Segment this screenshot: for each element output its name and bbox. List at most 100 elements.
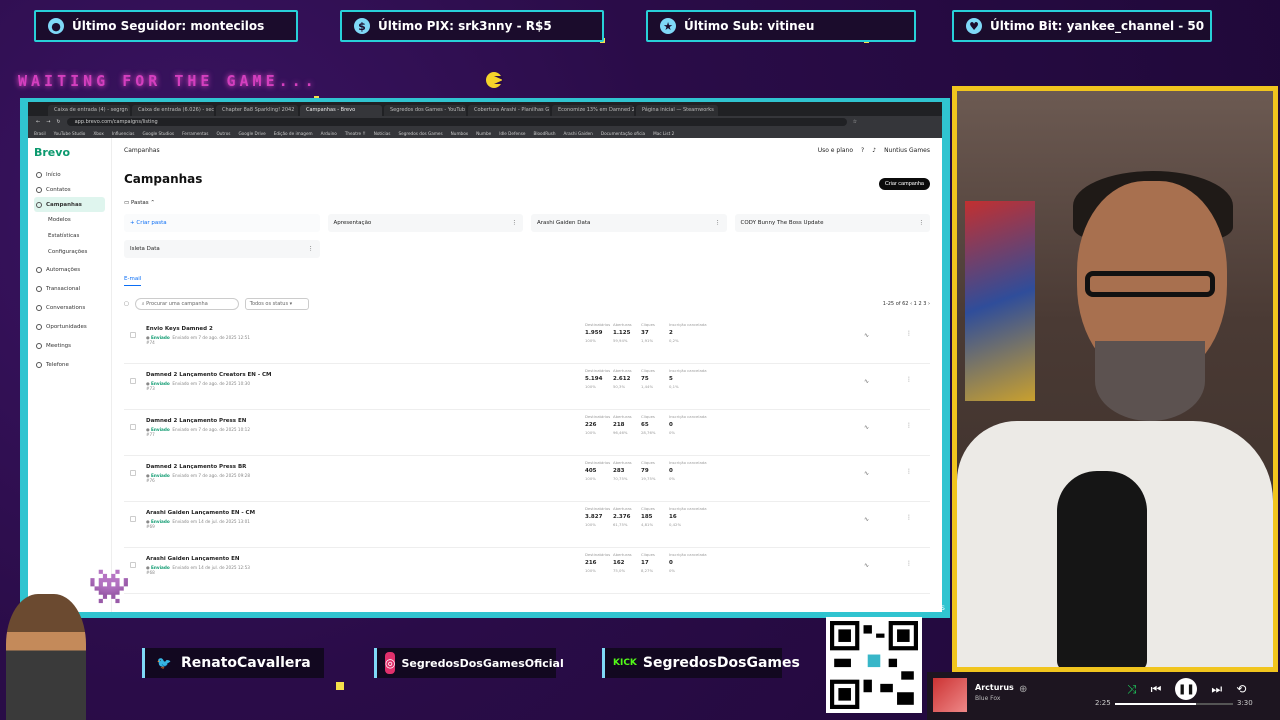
bookmark[interactable]: Google Drive xyxy=(238,131,265,136)
folder-item[interactable]: Isleta Data ⋮ xyxy=(124,240,320,258)
row-checkbox[interactable] xyxy=(130,424,136,430)
next-icon[interactable]: ⏭ xyxy=(1211,682,1222,697)
more-icon[interactable]: ⋮ xyxy=(906,560,912,567)
sidebar-item-telefone[interactable]: Telefone xyxy=(34,355,105,374)
activity-icon[interactable]: ∿ xyxy=(864,378,869,385)
activity-icon[interactable]: ∿ xyxy=(864,516,869,523)
bookmark[interactable]: Numbox xyxy=(451,131,468,136)
campaign-name[interactable]: Damned 2 Lançamento Press BR xyxy=(146,464,246,470)
tab-email[interactable]: E-mail xyxy=(124,276,142,286)
pagination[interactable]: 1-25 of 62 ‹ 1 2 3 › xyxy=(883,301,930,307)
status-select[interactable]: Todos os status ▾ xyxy=(244,298,309,310)
browser-tab[interactable]: Segredos dos Games - YouTub xyxy=(384,105,466,116)
instagram-link[interactable]: ◎ SegredosDosGamesOficial xyxy=(374,648,564,678)
more-icon[interactable]: ⋮ xyxy=(906,376,912,383)
more-icon[interactable]: ⋮ xyxy=(715,220,721,226)
bookmark[interactable]: Notícias xyxy=(374,131,391,136)
sidebar-subitem-configuracoes[interactable]: Configurações xyxy=(34,244,105,260)
bookmark[interactable]: Mac List 2 xyxy=(653,131,674,136)
bookmark[interactable]: Outros xyxy=(216,131,230,136)
sidebar-item-conversations[interactable]: Conversations xyxy=(34,298,105,317)
more-icon[interactable]: ⋮ xyxy=(906,330,912,337)
campaign-row[interactable]: Arashi Gaiden Lançamento EN - CM ● Enviad… xyxy=(124,502,930,548)
bookmark[interactable]: Numbe xyxy=(476,131,491,136)
browser-tab-active[interactable]: Campanhas - Brevo xyxy=(300,105,382,116)
bell-icon[interactable]: ♪ xyxy=(872,147,876,154)
forward-icon[interactable]: → xyxy=(46,119,50,125)
campaign-name[interactable]: Arashi Gaiden Lançamento EN xyxy=(146,556,239,562)
bookmark[interactable]: YouTube Studio xyxy=(54,131,86,136)
bookmark[interactable]: Arashi Gaiden xyxy=(563,131,592,136)
browser-tab[interactable]: Caixa de entrada (4) - segrgn xyxy=(48,105,130,116)
bookmark[interactable]: Arduino xyxy=(321,131,337,136)
row-checkbox[interactable] xyxy=(130,516,136,522)
campaign-name[interactable]: Arashi Gaiden Lançamento EN - CM xyxy=(146,510,255,516)
help-icon[interactable]: ? xyxy=(861,147,864,154)
bookmark[interactable]: Influencias xyxy=(112,131,135,136)
back-icon[interactable]: ← xyxy=(36,119,40,125)
browser-tab[interactable]: Chapter 8a8 Sparkling! 2042 xyxy=(216,105,298,116)
bookmark[interactable]: Xbox xyxy=(93,131,103,136)
address-bar[interactable]: app.brevo.com/campaigns/listing xyxy=(66,118,847,126)
sidebar-item-oportunidades[interactable]: Oportunidades xyxy=(34,317,105,336)
more-icon[interactable]: ⋮ xyxy=(906,514,912,521)
sidebar-subitem-modelos[interactable]: Modelos xyxy=(34,212,105,228)
qr-code[interactable] xyxy=(826,617,922,713)
more-icon[interactable]: ⋮ xyxy=(906,468,912,475)
playback-progress[interactable] xyxy=(1115,703,1233,705)
bookmark[interactable]: Theatre !! xyxy=(345,131,366,136)
bookmark[interactable]: BloodRush xyxy=(533,131,555,136)
usage-plan-link[interactable]: Uso e plano xyxy=(818,147,853,154)
pause-button[interactable]: ❚❚ xyxy=(1175,678,1198,700)
account-menu[interactable]: Nuntius Games xyxy=(884,147,930,154)
campaign-name[interactable]: Damned 2 Lançamento Press EN xyxy=(146,418,246,424)
shuffle-icon[interactable]: ⤨ xyxy=(1127,682,1137,697)
sidebar-item-transacional[interactable]: Transacional xyxy=(34,279,105,298)
browser-tab[interactable]: Economize 13% em Damned 2 xyxy=(552,105,634,116)
twitter-link[interactable]: 🐦 RenatoCavallera xyxy=(142,648,324,678)
add-icon[interactable]: ⊕ xyxy=(1019,684,1027,695)
create-folder-button[interactable]: + Criar pasta xyxy=(124,214,320,232)
sidebar-item-automacoes[interactable]: Automações xyxy=(34,260,105,279)
folder-item[interactable]: Apresentação ⋮ xyxy=(327,214,523,232)
sidebar-item-campanhas[interactable]: Campanhas xyxy=(34,197,105,212)
campaign-row[interactable]: Damned 2 Lançamento Press BR ● Enviado En… xyxy=(124,456,930,502)
sidebar-item-inicio[interactable]: Início xyxy=(34,167,105,182)
row-checkbox[interactable] xyxy=(130,470,136,476)
activity-icon[interactable]: ∿ xyxy=(864,424,869,431)
bookmark[interactable]: Segredos dos Games xyxy=(398,131,442,136)
sidebar-subitem-estatisticas[interactable]: Estatísticas xyxy=(34,228,105,244)
more-icon[interactable]: ⋮ xyxy=(919,220,925,226)
browser-tab[interactable]: Cobertura Arashi - Planilhas G xyxy=(468,105,550,116)
bookmark[interactable]: Edição de imagem xyxy=(274,131,313,136)
campaign-row[interactable]: Damned 2 Lançamento Press EN ● Enviado En… xyxy=(124,410,930,456)
brevo-logo[interactable]: Brevo xyxy=(34,146,105,159)
create-campaign-button[interactable]: Criar campanha xyxy=(878,178,930,190)
row-checkbox[interactable] xyxy=(130,332,136,338)
reload-icon[interactable]: ↻ xyxy=(56,119,60,125)
more-icon[interactable]: ⋮ xyxy=(906,422,912,429)
sidebar-item-contatos[interactable]: Contatos xyxy=(34,182,105,197)
previous-icon[interactable]: ⏮ xyxy=(1151,682,1162,697)
more-icon[interactable]: ⋮ xyxy=(308,246,314,252)
select-all-checkbox[interactable]: ▢ xyxy=(124,301,129,307)
bookmark[interactable]: Documentação oficia xyxy=(601,131,645,136)
folder-item[interactable]: CODY Bunny The Boss Update ⋮ xyxy=(734,214,930,232)
bookmark[interactable]: Brasil xyxy=(34,131,46,136)
activity-icon[interactable]: ∿ xyxy=(864,470,869,477)
sidebar-item-meetings[interactable]: Meetings xyxy=(34,336,105,355)
folder-item[interactable]: Arashi Gaiden Data ⋮ xyxy=(531,214,727,232)
campaign-name[interactable]: Damned 2 Lançamento Creators EN - CM xyxy=(146,372,272,378)
campaign-name[interactable]: Envio Keys Damned 2 xyxy=(146,326,213,332)
repeat-icon[interactable]: ⟲ xyxy=(1236,682,1246,696)
bookmark[interactable]: Ferramentas xyxy=(182,131,208,136)
bookmark[interactable]: Google Studios xyxy=(142,131,174,136)
browser-tab[interactable]: Página inicial — Steamworks xyxy=(636,105,718,116)
campaign-row[interactable]: Envio Keys Damned 2 ● Enviado Enviado em … xyxy=(124,318,930,364)
search-input[interactable]: ⌕ Procurar uma campanha xyxy=(134,298,239,310)
activity-icon[interactable]: ∿ xyxy=(864,332,869,339)
browser-tab[interactable]: Caixa de entrada (6.026) - sec xyxy=(132,105,214,116)
bookmark[interactable]: Idle Defense xyxy=(499,131,525,136)
campaign-row[interactable]: Arashi Gaiden Lançamento EN ● Enviado Env… xyxy=(124,548,930,594)
row-checkbox[interactable] xyxy=(130,378,136,384)
